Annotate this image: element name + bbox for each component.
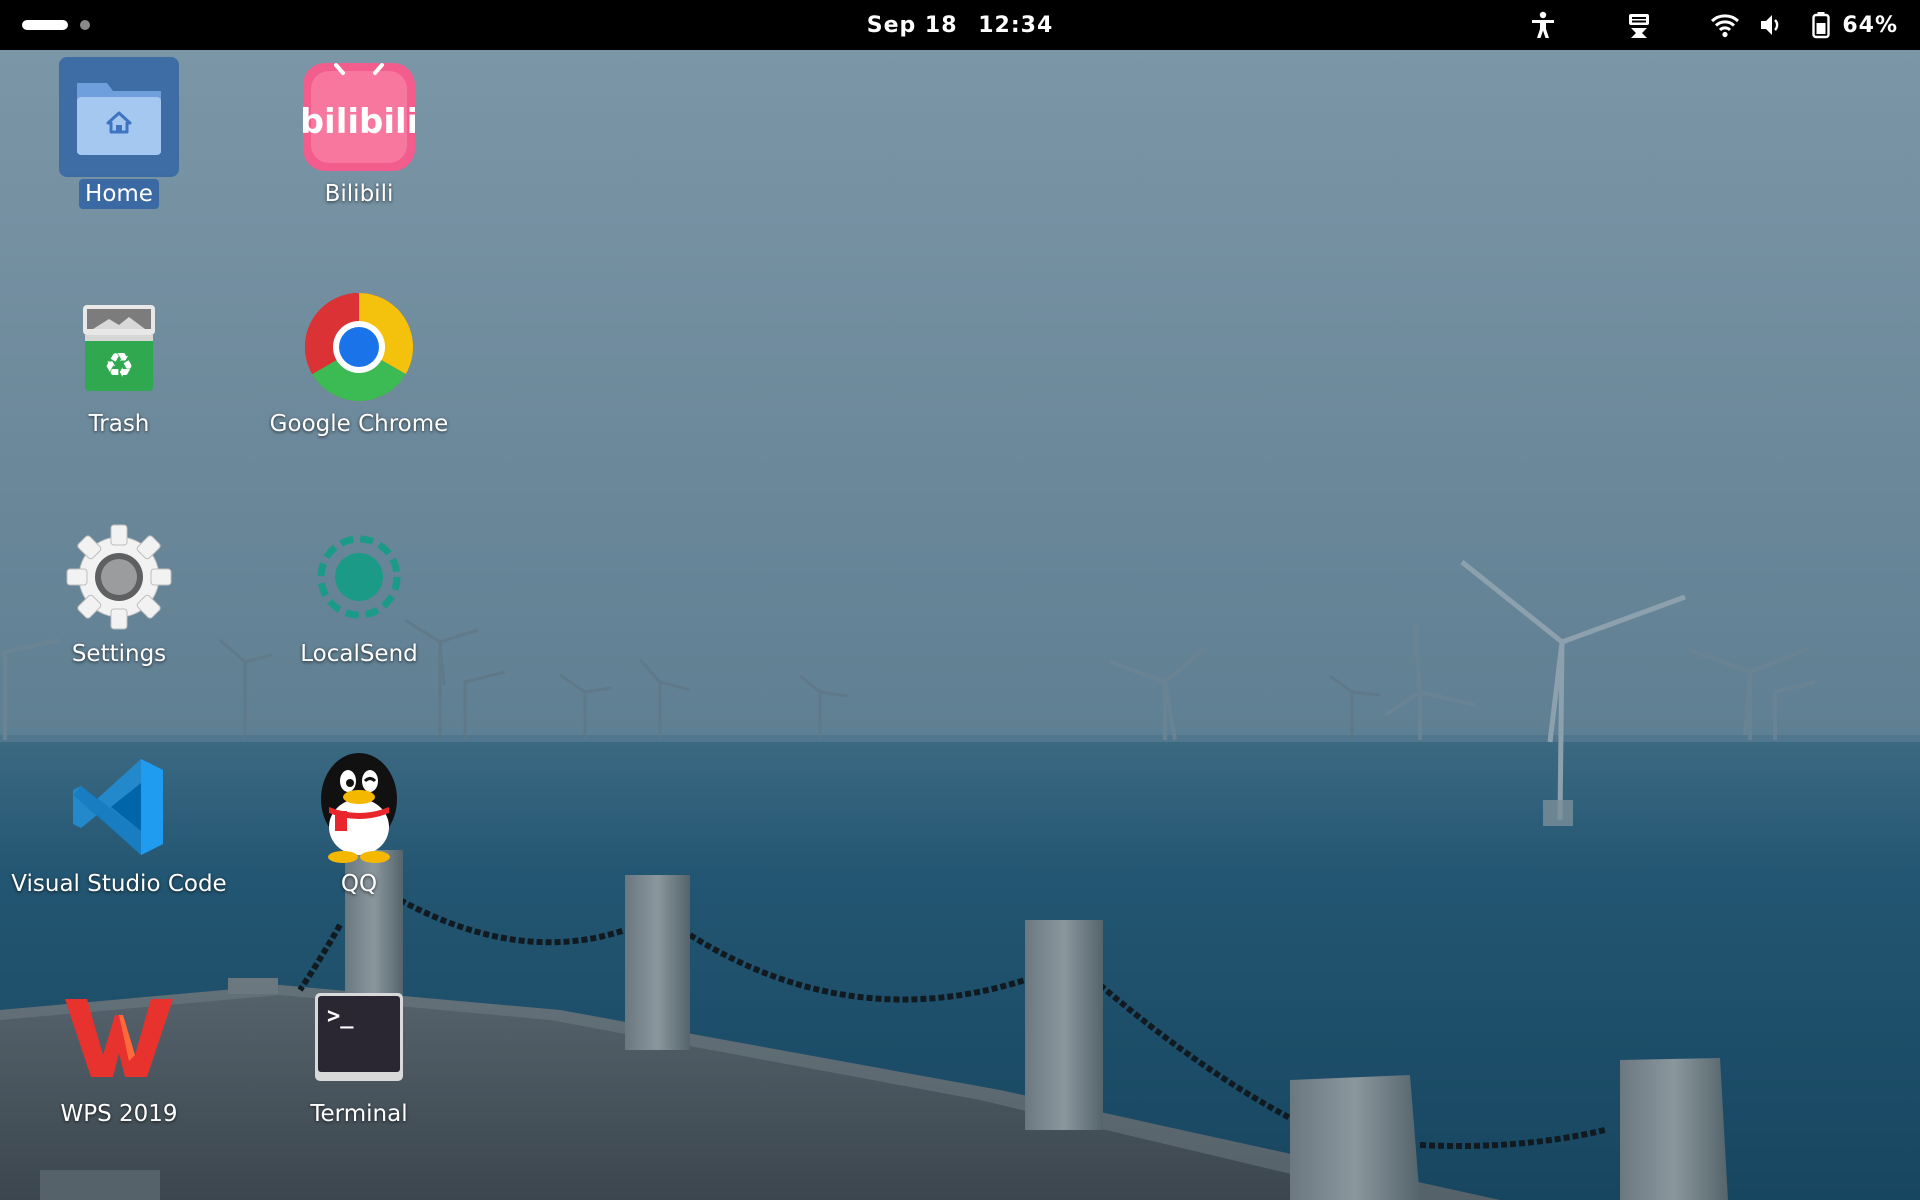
- gear-icon: [59, 517, 179, 637]
- desktop-screen: Sep 18 12:34 64% Home bilibili Bilibili …: [0, 0, 1920, 1200]
- volume-icon[interactable]: [1756, 10, 1786, 40]
- desktop-icon-label: WPS 2019: [60, 1101, 178, 1127]
- desktop-icon-label: Settings: [71, 641, 167, 667]
- desktop-icon-label: Google Chrome: [269, 411, 449, 437]
- home-folder-icon: [59, 57, 179, 177]
- clock-button[interactable]: Sep 18 12:34: [851, 9, 1070, 42]
- desktop-icon-localsend[interactable]: LocalSend: [244, 517, 474, 717]
- desktop-icon-settings[interactable]: Settings: [4, 517, 234, 717]
- desktop-icon-label: Visual Studio Code: [11, 871, 227, 897]
- clock-time: 12:34: [978, 12, 1054, 38]
- top-bar: Sep 18 12:34 64%: [0, 0, 1920, 50]
- accessibility-icon[interactable]: [1528, 10, 1558, 40]
- trash-icon: ♻: [59, 287, 179, 407]
- desktop-icon-label: Bilibili: [324, 181, 394, 207]
- desktop-icon-google-chrome[interactable]: Google Chrome: [244, 287, 474, 487]
- input-method-icon[interactable]: [1624, 10, 1654, 40]
- wps-icon: [59, 977, 179, 1097]
- svg-text:♻: ♻: [104, 346, 134, 386]
- desktop-icon-terminal[interactable]: >_ Terminal: [244, 977, 474, 1177]
- bilibili-icon: bilibili: [299, 57, 419, 177]
- battery-icon[interactable]: [1806, 10, 1836, 40]
- clock-date: Sep 18: [866, 12, 958, 38]
- svg-text:bilibili: bilibili: [303, 102, 415, 142]
- desktop-icon-label: Trash: [88, 411, 150, 437]
- desktop-icon-label: Home: [79, 179, 159, 209]
- vscode-icon: [59, 747, 179, 867]
- desktop-icon-trash[interactable]: ♻ Trash: [4, 287, 234, 487]
- wifi-icon[interactable]: [1710, 10, 1740, 40]
- battery-percentage: 64%: [1842, 12, 1898, 38]
- desktop-icon-qq[interactable]: QQ: [244, 747, 474, 947]
- desktop-icon-label: LocalSend: [300, 641, 418, 667]
- desktop-icon-home[interactable]: Home: [4, 57, 234, 257]
- desktop-icon-bilibili[interactable]: bilibili Bilibili: [244, 57, 474, 257]
- chrome-icon: [299, 287, 419, 407]
- desktop-icon-label: QQ: [340, 871, 378, 897]
- localsend-icon: [299, 517, 419, 637]
- svg-text:>_: >_: [327, 1004, 354, 1029]
- desktop-icon-label: Terminal: [310, 1101, 408, 1127]
- desktop-icon-visual-studio-code[interactable]: Visual Studio Code: [4, 747, 234, 947]
- qq-penguin-icon: [299, 747, 419, 867]
- terminal-icon: >_: [299, 977, 419, 1097]
- desktop-icon-wps-2019[interactable]: WPS 2019: [4, 977, 234, 1177]
